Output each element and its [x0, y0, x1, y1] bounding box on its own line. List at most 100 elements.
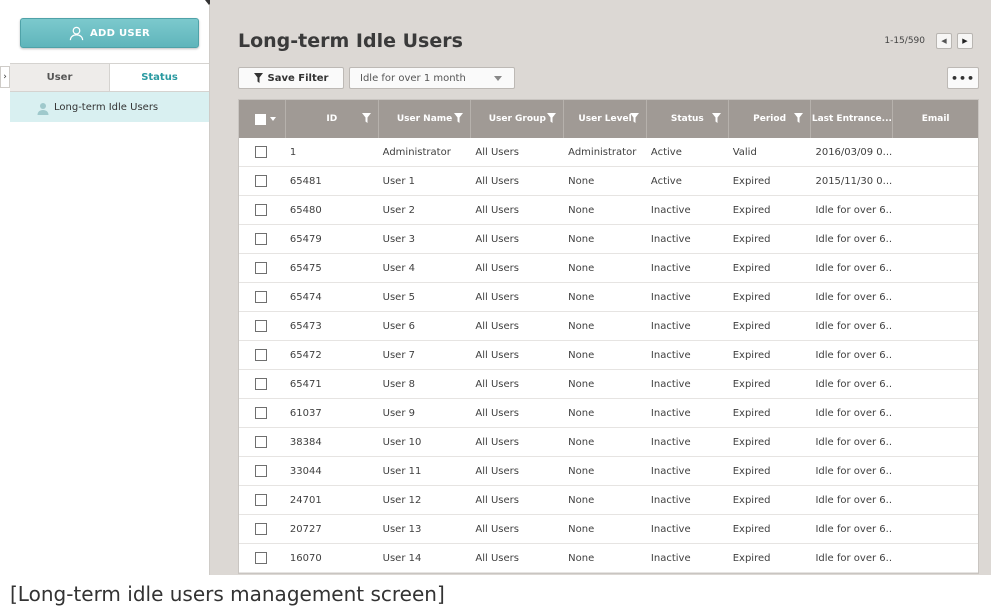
row-checkbox[interactable] — [255, 436, 267, 448]
column-header-user-level[interactable]: User Level — [564, 100, 647, 138]
pagination: 1-15/590 ◀ ▶ — [884, 33, 973, 49]
table-row[interactable]: 65473 User 6 All Users None Inactive Expired I… — [239, 312, 978, 341]
table-row[interactable]: 65472 User 7 All Users None Inactive Expired I… — [239, 341, 978, 370]
row-checkbox[interactable] — [255, 523, 267, 535]
table-row[interactable]: 65479 User 3 All Users None Inactive Expired I… — [239, 225, 978, 254]
filter-icon[interactable] — [711, 113, 721, 123]
column-header-email[interactable]: Email — [893, 100, 978, 138]
table-row[interactable]: 65480 User 2 All Users None Inactive Expired I… — [239, 196, 978, 225]
row-checkbox[interactable] — [255, 552, 267, 564]
cell-user-name: User 3 — [382, 233, 415, 245]
filter-icon[interactable] — [794, 113, 804, 123]
cell-user-level: None — [568, 233, 595, 245]
cell-id: 38384 — [289, 436, 322, 448]
cell-status: Inactive — [650, 407, 691, 419]
cell-last-entrance: Idle for over 6... — [815, 349, 894, 361]
table-row[interactable]: 33044 User 11 All Users None Inactive Expired… — [239, 457, 978, 486]
cell-period: Expired — [732, 552, 771, 564]
cell-id: 20727 — [289, 523, 322, 535]
table-row[interactable]: 61037 User 9 All Users None Inactive Expired I… — [239, 399, 978, 428]
cell-period: Expired — [732, 436, 771, 448]
previous-page-button[interactable]: ◀ — [936, 33, 952, 49]
row-checkbox-cell — [239, 291, 286, 303]
tab-status[interactable]: Status — [109, 64, 209, 91]
cell-user-name: User 5 — [382, 291, 415, 303]
column-header-status[interactable]: Status — [647, 100, 729, 138]
row-checkbox[interactable] — [255, 349, 267, 361]
app-shell: ADD USER › User Status Long-term Idle Us… — [0, 0, 991, 575]
cell-user-level: None — [568, 494, 595, 506]
row-checkbox[interactable] — [255, 204, 267, 216]
cell-user-level: Administrator — [568, 146, 637, 158]
table-row[interactable]: 16070 User 14 All Users None Inactive Expired… — [239, 544, 978, 573]
filter-icon[interactable] — [361, 113, 371, 123]
cell-last-entrance: 2016/03/09 0... — [815, 146, 893, 158]
column-header-user-group[interactable]: User Group — [471, 100, 565, 138]
add-user-button[interactable]: ADD USER — [20, 18, 199, 48]
row-checkbox-cell — [239, 320, 286, 332]
cell-user-level: None — [568, 175, 595, 187]
sidebar-tabs: User Status — [10, 63, 209, 92]
cell-id: 61037 — [289, 407, 322, 419]
cell-period: Expired — [732, 320, 771, 332]
table-row[interactable]: 20727 User 13 All Users None Inactive Expired… — [239, 515, 978, 544]
cell-user-group: All Users — [475, 204, 519, 216]
table-header: ID User Name User Group User Level Statu… — [239, 100, 978, 138]
row-checkbox[interactable] — [255, 378, 267, 390]
column-header-last-entrance[interactable]: Last Entrance... — [811, 100, 894, 138]
row-checkbox-cell — [239, 146, 286, 158]
column-header-id[interactable]: ID — [286, 100, 379, 138]
select-all-checkbox[interactable] — [239, 100, 286, 138]
filter-icon[interactable] — [454, 113, 464, 123]
table-row[interactable]: 24701 User 12 All Users None Inactive Expired… — [239, 486, 978, 515]
table-body: 1 Administrator All Users Administrator Acti… — [239, 138, 978, 573]
cell-user-name: User 13 — [382, 523, 422, 535]
cell-user-group: All Users — [475, 465, 519, 477]
row-checkbox[interactable] — [255, 233, 267, 245]
cell-user-name: Administrator — [382, 146, 451, 158]
save-filter-button[interactable]: Save Filter — [238, 67, 344, 89]
row-checkbox[interactable] — [255, 291, 267, 303]
idle-period-select[interactable]: Idle for over 1 month — [349, 67, 515, 89]
cell-user-level: None — [568, 552, 595, 564]
cell-status: Inactive — [650, 494, 691, 506]
cell-user-level: None — [568, 378, 595, 390]
cell-status: Inactive — [650, 291, 691, 303]
row-checkbox[interactable] — [255, 146, 267, 158]
cell-user-name: User 14 — [382, 552, 422, 564]
cell-last-entrance: Idle for over 6... — [815, 552, 894, 564]
table-row[interactable]: 65471 User 8 All Users None Inactive Expired I… — [239, 370, 978, 399]
cell-user-group: All Users — [475, 494, 519, 506]
cell-user-group: All Users — [475, 175, 519, 187]
cell-user-group: All Users — [475, 407, 519, 419]
column-header-period[interactable]: Period — [729, 100, 812, 138]
checkbox-icon — [255, 113, 266, 125]
filter-icon[interactable] — [547, 113, 557, 123]
table-row[interactable]: 1 Administrator All Users Administrator Acti… — [239, 138, 978, 167]
row-checkbox-cell — [239, 465, 286, 477]
cell-last-entrance: 2015/11/30 0... — [815, 175, 893, 187]
cell-user-level: None — [568, 349, 595, 361]
table-row[interactable]: 38384 User 10 All Users None Inactive Expired… — [239, 428, 978, 457]
row-checkbox[interactable] — [255, 465, 267, 477]
sidebar-item-long-term-idle-users[interactable]: Long-term Idle Users — [10, 92, 209, 122]
table-row[interactable]: 65474 User 5 All Users None Inactive Expired I… — [239, 283, 978, 312]
tab-user[interactable]: User — [10, 64, 109, 91]
figure-caption: [Long-term idle users management screen] — [10, 582, 445, 606]
row-checkbox[interactable] — [255, 407, 267, 419]
row-checkbox[interactable] — [255, 175, 267, 187]
filter-icon[interactable] — [629, 113, 639, 123]
cell-user-level: None — [568, 320, 595, 332]
next-page-button[interactable]: ▶ — [957, 33, 973, 49]
column-header-user-name[interactable]: User Name — [379, 100, 472, 138]
table-row[interactable]: 65481 User 1 All Users None Active Expired 201… — [239, 167, 978, 196]
row-checkbox[interactable] — [255, 494, 267, 506]
cell-user-level: None — [568, 204, 595, 216]
row-checkbox[interactable] — [255, 262, 267, 274]
table-row[interactable]: 65475 User 4 All Users None Inactive Expired I… — [239, 254, 978, 283]
chevron-down-icon — [270, 117, 276, 121]
row-checkbox[interactable] — [255, 320, 267, 332]
more-options-button[interactable]: ••• — [947, 67, 979, 89]
sidebar-collapse-button[interactable]: › — [0, 66, 10, 88]
cell-user-level: None — [568, 262, 595, 274]
